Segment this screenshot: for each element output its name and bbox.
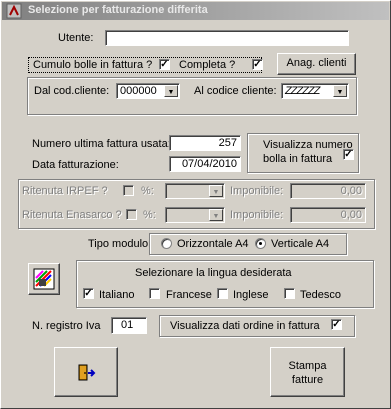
exit-button[interactable] [54,347,118,397]
app-icon [6,3,22,19]
print-options-button[interactable] [28,263,60,295]
stampa-fatture-button[interactable]: Stampa fatture [270,347,345,397]
italiano-checkbox[interactable]: ✓ [83,288,94,299]
title-bar: Selezione per fatturazione differita [2,2,389,20]
chevron-down-icon[interactable]: ▼ [209,209,223,221]
chevron-down-icon[interactable]: ▼ [164,85,178,97]
utente-input[interactable] [105,30,349,46]
ritenuta-enasarco-imponibile-input[interactable]: 0,00 [290,207,366,223]
anag-clienti-button[interactable]: Anag. clienti [277,53,356,75]
ritenuta-irpef-label: Ritenuta IRPEF ? [22,185,108,197]
ritenuta-irpef-pct-combo[interactable]: ▼ [165,183,225,199]
ritenuta-enasarco-pct-label: %: [143,209,156,221]
al-codice-cliente-combo[interactable]: ZZZZZZ ▼ [281,83,349,99]
ritenuta-irpef-checkbox[interactable] [123,185,134,196]
numero-ultima-fattura-label: Numero ultima fattura usata: [32,138,171,150]
lingua-title: Selezionare la lingua desiderata [135,267,292,279]
data-fatturazione-input[interactable]: 07/04/2010 [169,156,241,172]
ritenuta-irpef-imponibile-label: Imponibile: [230,185,284,197]
numero-ultima-fattura-input[interactable]: 257 [169,135,241,151]
dialog-window: Selezione per fatturazione differita Ute… [0,0,391,409]
dal-cod-cliente-label: Dal cod.cliente: [34,85,110,97]
chevron-down-icon[interactable]: ▼ [209,185,223,197]
tedesco-checkbox[interactable] [284,288,295,299]
visualizza-dati-ordine-checkbox[interactable]: ✓ [331,319,342,330]
inglese-label: Inglese [233,289,269,301]
registro-iva-label: N. registro Iva [32,320,101,332]
francese-label: Francese [166,289,212,301]
francese-checkbox[interactable] [149,288,160,299]
italiano-label: Italiano [99,289,135,301]
utente-label: Utente: [58,32,94,44]
registro-iva-input[interactable]: 01 [111,317,147,334]
exit-door-icon [78,364,96,381]
tipo-modulo-label: Tipo modulo [88,238,149,250]
ritenuta-enasarco-pct-combo[interactable]: ▼ [165,207,225,223]
window-title: Selezione per fatturazione differita [28,4,208,16]
visualizza-dati-ordine-label: Visualizza dati ordine in fattura [170,320,320,332]
orizzontale-label: Orizzontale A4 [177,238,249,250]
visualizza-numero-bolla-label-1: Visualizza numero [263,139,353,151]
data-fatturazione-label: Data fatturazione: [32,159,119,171]
verticale-radio[interactable] [255,238,266,249]
ritenuta-irpef-imponibile-input[interactable]: 0,00 [290,183,366,199]
dal-cod-cliente-combo[interactable]: 000000 ▼ [116,83,180,99]
completa-label: Completa ? [179,59,236,71]
visualizza-numero-bolla-label-2: bolla in fattura [263,153,333,165]
inglese-checkbox[interactable] [217,288,228,299]
ritenuta-enasarco-imponibile-label: Imponibile: [230,209,284,221]
ritenuta-enasarco-checkbox[interactable] [126,209,137,220]
chevron-down-icon[interactable]: ▼ [333,85,347,97]
cumulo-bolle-label: Cumulo bolle in fattura ? [33,59,153,71]
tedesco-label: Tedesco [300,289,341,301]
color-palette-icon [33,268,55,290]
ritenuta-enasarco-label: Ritenuta Enasarco ? [22,209,122,221]
cumulo-bolle-checkbox[interactable]: ✓ [159,59,170,70]
ritenuta-irpef-pct-label: %: [141,185,154,197]
completa-checkbox[interactable]: ✓ [252,59,263,70]
visualizza-numero-bolla-checkbox[interactable]: ✓ [343,149,354,160]
al-codice-cliente-label: Al codice cliente: [194,85,277,97]
verticale-label: Verticale A4 [271,238,330,250]
orizzontale-radio[interactable] [161,238,172,249]
